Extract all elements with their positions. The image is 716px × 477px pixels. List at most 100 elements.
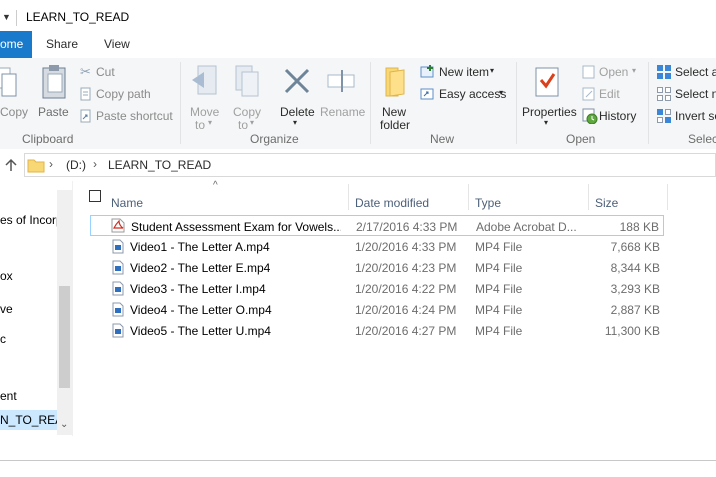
column-header-name[interactable]: Name (111, 196, 143, 210)
nav-item[interactable]: ent (0, 389, 17, 403)
chevron-down-icon: ▾ (544, 118, 549, 127)
video-file-icon (112, 260, 124, 275)
tab-view[interactable]: View (104, 31, 130, 58)
nav-item-selected[interactable]: N_TO_REAL (0, 410, 57, 430)
new-item-icon (420, 65, 434, 78)
ribbon-separator (370, 62, 371, 144)
select-none-label: Select n (675, 87, 716, 101)
file-type: MP4 File (475, 303, 523, 317)
edit-label: Edit (599, 87, 620, 101)
video-file-icon (112, 302, 124, 317)
nav-item[interactable]: es of Incorp (0, 213, 63, 227)
tab-home[interactable]: ome (0, 31, 32, 58)
move-to-button[interactable]: Move to ▾ (186, 64, 222, 132)
tab-home-label: ome (0, 37, 24, 51)
rename-icon (327, 70, 355, 92)
paste-shortcut-button[interactable]: Paste shortcut (80, 108, 180, 126)
new-folder-button[interactable]: New folder (376, 64, 416, 132)
breadcrumb-separator-icon[interactable]: › (49, 157, 53, 171)
properties-button[interactable]: Properties ▾ (520, 64, 577, 128)
ribbon-separator (648, 62, 649, 144)
open-group-label: Open (566, 132, 596, 146)
file-date: 1/20/2016 4:27 PM (355, 324, 457, 338)
title-bar: ▼ LEARN_TO_READ (0, 5, 716, 31)
cut-button[interactable]: ✂ Cut (80, 64, 170, 82)
rename-label: Rename (320, 105, 366, 119)
file-size: 11,300 KB (604, 324, 660, 338)
nav-item[interactable]: c (0, 332, 6, 346)
new-folder-label: New (382, 105, 407, 119)
tab-share[interactable]: Share (46, 31, 78, 58)
file-type: Adobe Acrobat D... (476, 220, 577, 234)
easy-access-label: Easy access (439, 87, 507, 101)
ribbon-tabs: ome Share View (0, 31, 716, 59)
scissors-icon: ✂ (80, 64, 91, 79)
file-name: Student Assessment Exam for Vowels.... (131, 220, 341, 234)
chevron-down-icon[interactable]: ⌄ (60, 419, 68, 430)
explorer-window: ▼ LEARN_TO_READ ome Share View Copy Past… (0, 0, 716, 461)
open-button[interactable]: Open ▾ (582, 64, 642, 82)
easy-access-button[interactable]: Easy access ▾ (420, 86, 510, 104)
chevron-down-icon: ▾ (499, 88, 504, 97)
video-file-icon (112, 239, 124, 254)
edit-button[interactable]: Edit (582, 86, 632, 104)
column-header-date[interactable]: Date modified (355, 196, 429, 210)
copy-to-button[interactable]: Copy to ▾ (228, 64, 264, 132)
breadcrumb-drive[interactable]: (D:) (66, 158, 86, 172)
breadcrumb-folder[interactable]: LEARN_TO_READ (108, 158, 211, 172)
paste-shortcut-label: Paste shortcut (96, 109, 173, 123)
chevron-down-icon: ▾ (490, 66, 495, 75)
nav-item[interactable]: ox (0, 269, 13, 283)
address-bar[interactable]: › (D:) › LEARN_TO_READ (24, 153, 716, 177)
paste-button[interactable]: Paste (36, 64, 70, 122)
file-date: 2/17/2016 4:33 PM (356, 220, 458, 234)
delete-button[interactable]: Delete ▾ (278, 64, 316, 128)
paste-label: Paste (38, 105, 69, 119)
scrollbar-thumb[interactable] (59, 286, 70, 388)
column-header-type[interactable]: Type (475, 196, 501, 210)
copy-button[interactable]: Copy (0, 64, 29, 122)
file-row[interactable]: Video3 - The Letter I.mp4 1/20/2016 4:22… (90, 278, 664, 299)
nav-scrollbar[interactable]: ⌄ (57, 190, 72, 435)
select-group-label: Selec (688, 132, 716, 146)
file-row[interactable]: Video1 - The Letter A.mp4 1/20/2016 4:33… (90, 236, 664, 257)
new-item-button[interactable]: New item ▾ (420, 64, 506, 82)
invert-selection-button[interactable]: Invert se (656, 108, 716, 126)
column-header-size[interactable]: Size (595, 196, 618, 210)
file-size: 8,344 KB (610, 261, 660, 275)
column-separator[interactable] (667, 184, 668, 210)
file-date: 1/20/2016 4:22 PM (355, 282, 457, 296)
copy-label: Copy (0, 105, 29, 119)
history-label: History (599, 109, 637, 123)
column-separator[interactable] (468, 184, 469, 210)
breadcrumb-separator-icon[interactable]: › (93, 157, 97, 171)
clipboard-group-label: Clipboard (22, 132, 74, 146)
select-none-button[interactable]: Select n (656, 86, 716, 104)
column-separator[interactable] (588, 184, 589, 210)
chevron-down-icon: ▾ (208, 118, 213, 127)
copy-to-label-2: to (238, 118, 249, 132)
column-separator[interactable] (348, 184, 349, 210)
move-to-label-2: to (195, 118, 206, 132)
copy-path-button[interactable]: Copy path (80, 86, 180, 104)
file-size: 188 KB (619, 220, 659, 234)
file-size: 7,668 KB (610, 240, 660, 254)
quick-access-dropdown-icon[interactable]: ▼ (2, 12, 11, 22)
copy-to-icon (235, 65, 259, 97)
move-to-icon (192, 65, 217, 95)
file-row[interactable]: Student Assessment Exam for Vowels.... 2… (90, 215, 664, 236)
window-title: LEARN_TO_READ (26, 10, 130, 24)
organize-group-label: Organize (250, 132, 299, 146)
copy-to-label: Copy (233, 105, 262, 119)
history-button[interactable]: History (582, 108, 642, 126)
up-arrow-icon[interactable] (4, 158, 18, 172)
rename-button[interactable]: Rename (318, 64, 366, 128)
nav-item[interactable]: ve (0, 302, 13, 316)
select-all-button[interactable]: Select al (656, 64, 716, 82)
properties-label: Properties (522, 105, 577, 119)
file-row[interactable]: Video5 - The Letter U.mp4 1/20/2016 4:27… (90, 320, 664, 341)
cut-label: Cut (96, 65, 115, 79)
file-row[interactable]: Video2 - The Letter E.mp4 1/20/2016 4:23… (90, 257, 664, 278)
select-all-checkbox[interactable] (89, 190, 101, 202)
file-row[interactable]: Video4 - The Letter O.mp4 1/20/2016 4:24… (90, 299, 664, 320)
